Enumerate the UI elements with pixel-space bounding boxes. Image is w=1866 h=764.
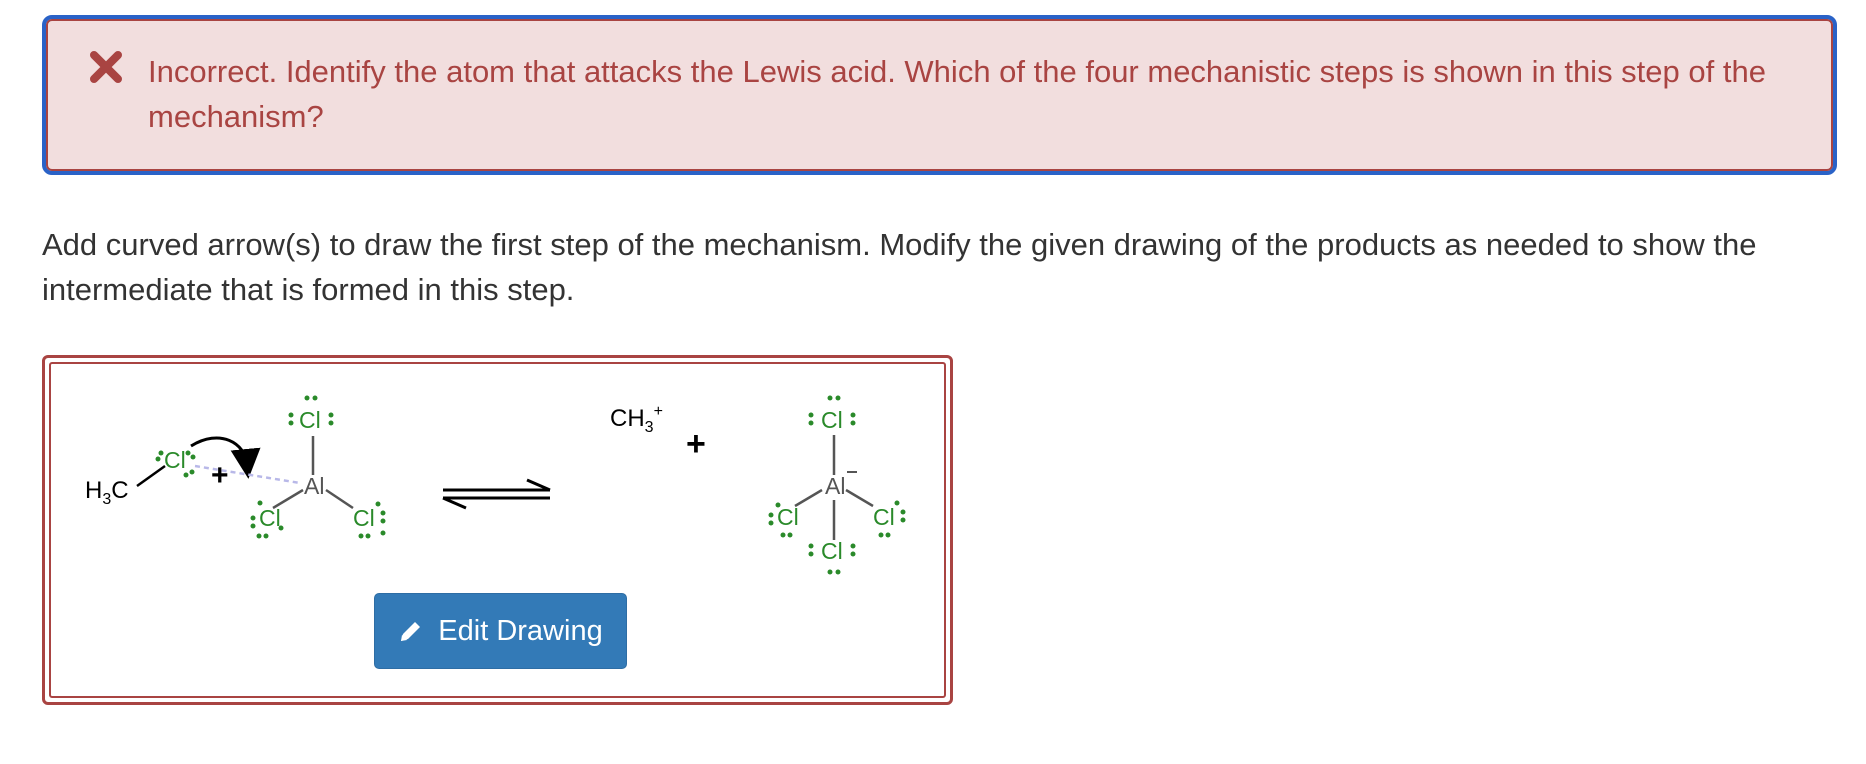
aluminum-label: Al bbox=[304, 473, 324, 499]
edit-drawing-button[interactable]: Edit Drawing bbox=[374, 593, 627, 669]
tetrachloroaluminate-molecule[interactable]: Al Cl Cl Cl Cl bbox=[768, 395, 906, 575]
svg-text:Cl: Cl bbox=[777, 504, 799, 530]
svg-text:Cl: Cl bbox=[821, 407, 843, 433]
methyl-chloride-molecule[interactable]: H3C Cl + bbox=[85, 436, 301, 508]
c-cl-bond bbox=[136, 464, 166, 488]
pencil-icon bbox=[401, 622, 421, 641]
partial-plus-sign: + bbox=[211, 459, 229, 492]
aluminate-label: Al bbox=[825, 473, 845, 499]
feedback-alert: Incorrect. Identify the atom that attack… bbox=[42, 15, 1837, 175]
svg-text:Cl: Cl bbox=[821, 538, 843, 564]
carbocation-label: CH3+ bbox=[610, 403, 663, 436]
aluminum-chloride-molecule[interactable]: Al Cl Cl Cl bbox=[250, 395, 386, 539]
feedback-message: Incorrect. Identify the atom that attack… bbox=[148, 54, 1766, 134]
edit-drawing-label: Edit Drawing bbox=[438, 614, 603, 647]
svg-text:Cl: Cl bbox=[873, 504, 895, 530]
question-prompt: Add curved arrow(s) to draw the first st… bbox=[42, 227, 1757, 307]
drawing-panel: H3C Cl + Al Cl Cl Cl CH3+ + Al Cl Cl Cl … bbox=[42, 355, 953, 705]
chlorine-left-label: Cl bbox=[259, 505, 281, 531]
methyl-label: H3C bbox=[85, 477, 129, 508]
product-plus-sign: + bbox=[686, 425, 706, 463]
chlorine-top-label: Cl bbox=[299, 407, 321, 433]
chlorine-right-label: Cl bbox=[353, 505, 375, 531]
chlorine-1-label: Cl bbox=[164, 447, 186, 473]
equilibrium-arrow bbox=[442, 478, 551, 510]
close-icon bbox=[90, 51, 122, 83]
